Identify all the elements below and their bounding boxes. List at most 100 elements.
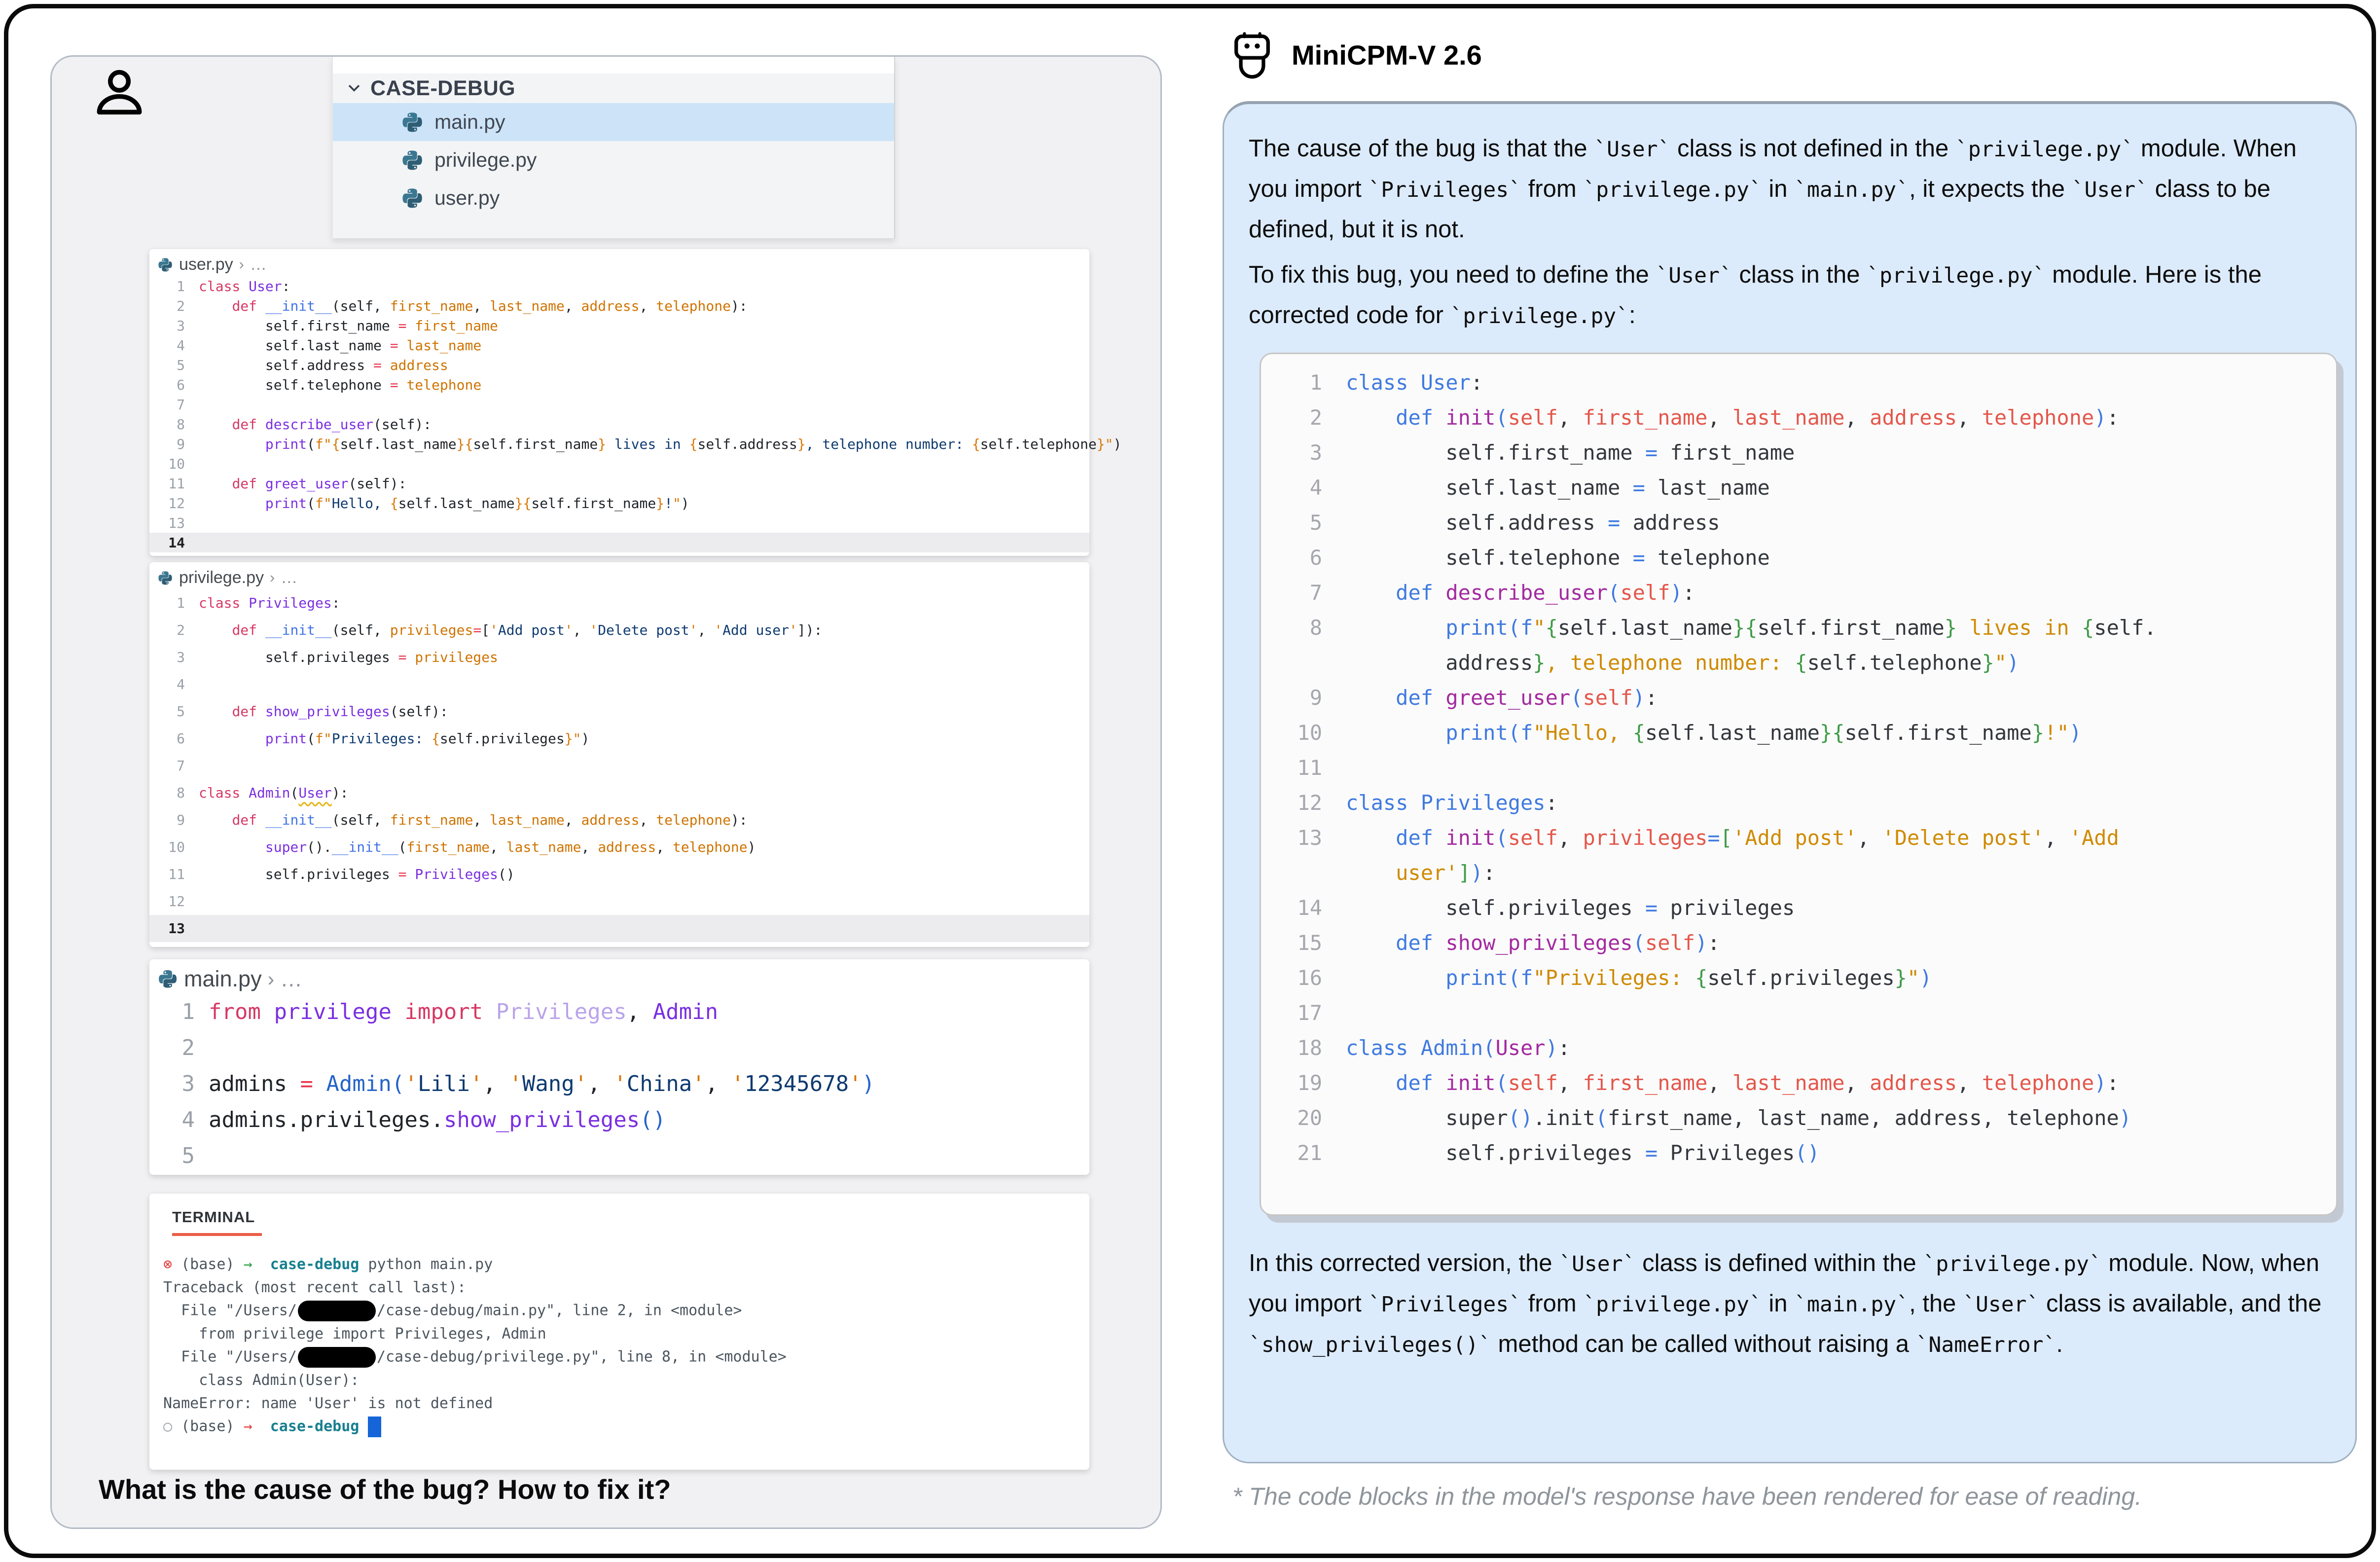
breadcrumb-file: user.py: [179, 255, 233, 274]
breadcrumb: privilege.py › …: [149, 562, 1089, 589]
breadcrumb-more: …: [281, 568, 297, 587]
file-name: user.py: [434, 186, 500, 210]
breadcrumb-chevron: ›: [239, 256, 244, 273]
editor-privilege-py[interactable]: privilege.py › … 1class Privileges:2 def…: [149, 562, 1089, 947]
terminal-panel[interactable]: TERMINAL ⊗ (base) → case-debug python ma…: [149, 1194, 1089, 1470]
code-line: 7: [149, 752, 1089, 779]
code-line: 4 self.last_name = last_name: [149, 335, 1089, 355]
python-file-icon: [157, 570, 173, 586]
code-area[interactable]: 1from privilege import Privileges, Admin…: [149, 994, 1089, 1174]
code-line: 13: [149, 915, 1089, 942]
code-line: 2 def init(self, first_name, last_name, …: [1261, 400, 2336, 435]
code-line: 2: [149, 1030, 1089, 1066]
code-line: 10 super().__init__(first_name, last_nam…: [149, 834, 1089, 861]
code-line: 10: [149, 454, 1089, 473]
breadcrumb-file: main.py: [184, 966, 262, 992]
python-file-icon: [157, 969, 178, 989]
explorer-root-folder[interactable]: CASE-DEBUG: [333, 73, 894, 103]
code-line: 5 def show_privileges(self):: [149, 698, 1089, 725]
code-line: class Admin(User):: [163, 1369, 1089, 1392]
file-name: privilege.py: [434, 148, 537, 172]
editor-user-py[interactable]: user.py › … 1class User:2 def __init__(s…: [149, 249, 1089, 556]
explorer-root-label: CASE-DEBUG: [370, 76, 515, 101]
explorer-top-strip: [333, 57, 894, 73]
code-area[interactable]: 1class Privileges:2 def __init__(self, p…: [149, 589, 1089, 942]
code-line: 2 def __init__(self, first_name, last_na…: [149, 296, 1089, 316]
terminal-output[interactable]: ⊗ (base) → case-debug python main.pyTrac…: [163, 1253, 1089, 1438]
file-row-user-py[interactable]: user.py: [333, 179, 894, 217]
user-icon: [90, 66, 148, 124]
code-line: 10 print(f"Hello, {self.last_name}{self.…: [1261, 715, 2336, 750]
breadcrumb-more: …: [280, 966, 302, 992]
code-line: 9 print(f"{self.last_name}{self.first_na…: [149, 434, 1089, 454]
rendered-code-block: 1class User:2 def init(self, first_name,…: [1260, 353, 2338, 1216]
breadcrumb-chevron: ›: [268, 968, 275, 991]
code-line: 6 print(f"Privileges: {self.privileges}"…: [149, 725, 1089, 752]
code-line: Traceback (most recent call last):: [163, 1276, 1089, 1299]
file-name: main.py: [434, 110, 505, 134]
response-paragraph-3: In this corrected version, the `User` cl…: [1249, 1243, 2333, 1365]
footnote: * The code blocks in the model's respons…: [1232, 1482, 2377, 1511]
code-line: 11 def greet_user(self):: [149, 473, 1089, 493]
code-line: 1class User:: [1261, 365, 2336, 400]
code-line: 8class Admin(User):: [149, 779, 1089, 806]
code-line: 11: [1261, 750, 2336, 785]
code-line: 3 self.privileges = privileges: [149, 644, 1089, 671]
code-line: 2 def __init__(self, privileges=['Add po…: [149, 617, 1089, 644]
code-line: user']):: [1261, 855, 2336, 890]
breadcrumb-more: …: [250, 255, 267, 274]
code-line: from privilege import Privileges, Admin: [163, 1322, 1089, 1345]
code-line: 9 def greet_user(self):: [1261, 680, 2336, 715]
response-paragraph-1: The cause of the bug is that the `User` …: [1249, 129, 2333, 249]
file-explorer: CASE-DEBUG main.py privilege.py: [332, 57, 895, 238]
code-line: 8 print(f"{self.last_name}{self.first_na…: [1261, 610, 2336, 645]
code-line: 3 self.first_name = first_name: [149, 316, 1089, 335]
code-line: ⊗ (base) → case-debug python main.py: [163, 1253, 1089, 1276]
model-name: MiniCPM-V 2.6: [1292, 39, 1482, 71]
code-line: 5 self.address = address: [149, 355, 1089, 375]
code-area[interactable]: 1class User:2 def __init__(self, first_n…: [149, 276, 1089, 552]
terminal-tab-label[interactable]: TERMINAL: [172, 1208, 262, 1236]
code-line: 21 self.privileges = Privileges(): [1261, 1135, 2336, 1170]
code-line: 8 def describe_user(self):: [149, 414, 1089, 434]
code-line: 7 def describe_user(self):: [1261, 575, 2336, 610]
figure-frame: CASE-DEBUG main.py privilege.py: [4, 4, 2376, 1558]
code-line: address}, telephone number: {self.teleph…: [1261, 645, 2336, 680]
user-question: What is the cause of the bug? How to fix…: [99, 1473, 1110, 1505]
code-line: 14 self.privileges = privileges: [1261, 890, 2336, 925]
editor-main-py[interactable]: main.py › … 1from privilege import Privi…: [149, 959, 1089, 1175]
code-line: 19 def init(self, first_name, last_name,…: [1261, 1065, 2336, 1100]
code-line: 16 print(f"Privileges: {self.privileges}…: [1261, 960, 2336, 995]
code-line: 1class User:: [149, 276, 1089, 296]
python-file-icon: [401, 149, 424, 172]
code-line: 3 self.first_name = first_name: [1261, 435, 2336, 470]
code-line: 14: [149, 533, 1089, 552]
code-line: 5 self.address = address: [1261, 505, 2336, 540]
code-line: 12: [149, 888, 1089, 915]
code-line: 13: [149, 513, 1089, 533]
code-line: 15 def show_privileges(self):: [1261, 925, 2336, 960]
file-row-main-py[interactable]: main.py: [333, 103, 894, 141]
code-line: ○ (base) → case-debug: [163, 1415, 1089, 1438]
code-line: 5: [149, 1138, 1089, 1174]
robot-icon: [1227, 30, 1277, 79]
model-response-bubble: The cause of the bug is that the `User` …: [1223, 101, 2357, 1463]
code-line: File "/Users//case-debug/main.py", line …: [163, 1299, 1089, 1322]
code-line: 20 super().init(first_name, last_name, a…: [1261, 1100, 2336, 1135]
input-case-card: CASE-DEBUG main.py privilege.py: [50, 55, 1162, 1529]
chevron-down-icon: [346, 80, 362, 97]
python-file-icon: [401, 111, 424, 134]
code-line: 6 self.telephone = telephone: [149, 375, 1089, 395]
response-paragraph-2: To fix this bug, you need to define the …: [1249, 255, 2333, 336]
breadcrumb: user.py › …: [149, 249, 1089, 276]
code-line: 4admins.privileges.show_privileges(): [149, 1102, 1089, 1138]
file-row-privilege-py[interactable]: privilege.py: [333, 141, 894, 179]
breadcrumb: main.py › …: [149, 959, 1089, 994]
code-line: 1from privilege import Privileges, Admin: [149, 994, 1089, 1030]
code-line: 18class Admin(User):: [1261, 1030, 2336, 1065]
code-line: 1class Privileges:: [149, 589, 1089, 617]
code-line: 13 def init(self, privileges=['Add post'…: [1261, 820, 2336, 855]
breadcrumb-chevron: ›: [270, 569, 275, 586]
code-line: 7: [149, 395, 1089, 414]
code-line: 4: [149, 671, 1089, 698]
